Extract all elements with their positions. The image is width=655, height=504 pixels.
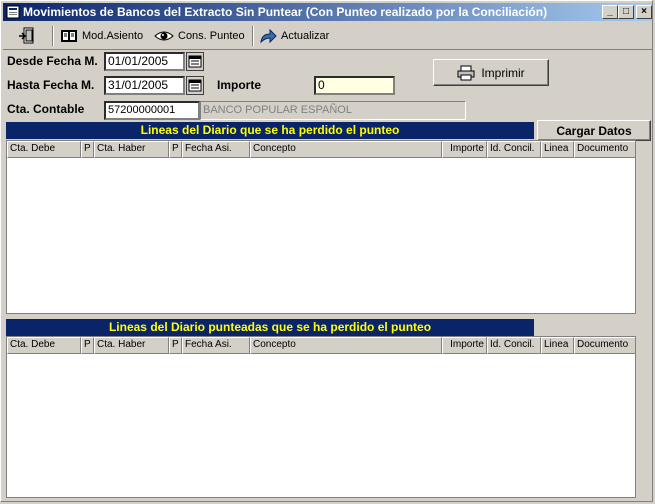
col-documento[interactable]: Documento <box>574 141 635 158</box>
col-linea[interactable]: Linea <box>541 141 574 158</box>
col-fecha-asi[interactable]: Fecha Asi. <box>182 141 250 158</box>
toolbar-separator <box>252 26 254 46</box>
exit-button[interactable] <box>17 26 37 46</box>
window-title: Movimientos de Bancos del Extracto Sin P… <box>23 5 548 19</box>
col-cta-haber[interactable]: Cta. Haber <box>94 141 169 158</box>
diario-perdido-grid[interactable]: Cta. Debe P Cta. Haber P Fecha Asi. Conc… <box>6 140 636 314</box>
col-concepto[interactable]: Concepto <box>250 337 442 354</box>
printer-icon <box>457 65 475 80</box>
close-button[interactable]: × <box>636 5 652 19</box>
title-bar[interactable]: Movimientos de Bancos del Extracto Sin P… <box>3 3 652 21</box>
actualizar-label: Actualizar <box>281 30 330 42</box>
col-p[interactable]: P <box>169 337 182 354</box>
col-documento[interactable]: Documento <box>574 337 635 354</box>
main-window: Movimientos de Bancos del Extracto Sin P… <box>0 0 653 502</box>
exit-door-icon <box>19 27 34 44</box>
col-p[interactable]: P <box>81 141 94 158</box>
col-cta-debe[interactable]: Cta. Debe <box>7 337 81 354</box>
cons-punteo-button[interactable]: Cons. Punteo <box>154 26 245 46</box>
col-p[interactable]: P <box>169 141 182 158</box>
col-concepto[interactable]: Concepto <box>250 141 442 158</box>
cta-description-field: BANCO POPULAR ESPAÑOL <box>200 101 466 120</box>
importe-input[interactable]: 0 <box>314 76 395 95</box>
cta-contable-input[interactable]: 57200000001 <box>104 101 200 120</box>
diario-punteadas-grid[interactable]: Cta. Debe P Cta. Haber P Fecha Asi. Conc… <box>6 336 636 498</box>
mod-asiento-label: Mod.Asiento <box>82 30 144 42</box>
col-p[interactable]: P <box>81 337 94 354</box>
eye-icon <box>154 31 174 41</box>
toolbar: Mod.Asiento Cons. Punteo Actualizar <box>3 23 652 50</box>
imprimir-button[interactable]: Imprimir <box>433 59 549 86</box>
refresh-arrow-icon <box>260 28 277 44</box>
hasta-fecha-input[interactable]: 31/01/2005 <box>104 76 185 95</box>
importe-label: Importe <box>217 78 262 92</box>
grid2-header: Cta. Debe P Cta. Haber P Fecha Asi. Conc… <box>7 337 635 354</box>
actualizar-button[interactable]: Actualizar <box>259 26 329 46</box>
ledger-icon <box>61 30 77 42</box>
col-linea[interactable]: Linea <box>541 337 574 354</box>
col-cta-haber[interactable]: Cta. Haber <box>94 337 169 354</box>
col-importe[interactable]: Importe <box>442 337 487 354</box>
imprimir-label: Imprimir <box>481 65 525 80</box>
desde-fecha-label: Desde Fecha M. <box>7 54 98 68</box>
grid1-title: Lineas del Diario que se ha perdido el p… <box>6 122 534 139</box>
maximize-button[interactable]: □ <box>618 5 634 19</box>
calendar-icon[interactable] <box>186 76 204 95</box>
grid1-header: Cta. Debe P Cta. Haber P Fecha Asi. Conc… <box>7 141 635 158</box>
desde-fecha-input[interactable]: 01/01/2005 <box>104 52 185 71</box>
cargar-datos-button[interactable]: Cargar Datos <box>537 120 651 141</box>
calendar-icon[interactable] <box>186 52 204 71</box>
cta-contable-label: Cta. Contable <box>7 102 85 116</box>
col-cta-debe[interactable]: Cta. Debe <box>7 141 81 158</box>
col-id-concil[interactable]: Id. Concil. <box>487 337 541 354</box>
minimize-button[interactable]: _ <box>602 5 618 19</box>
app-icon <box>6 5 20 19</box>
col-id-concil[interactable]: Id. Concil. <box>487 141 541 158</box>
cons-punteo-label: Cons. Punteo <box>178 30 245 42</box>
grid2-title: Lineas del Diario punteadas que se ha pe… <box>6 319 534 336</box>
mod-asiento-button[interactable]: Mod.Asiento <box>60 26 143 46</box>
col-importe[interactable]: Importe <box>442 141 487 158</box>
hasta-fecha-label: Hasta Fecha M. <box>7 78 95 92</box>
toolbar-separator <box>52 26 54 46</box>
col-fecha-asi[interactable]: Fecha Asi. <box>182 337 250 354</box>
